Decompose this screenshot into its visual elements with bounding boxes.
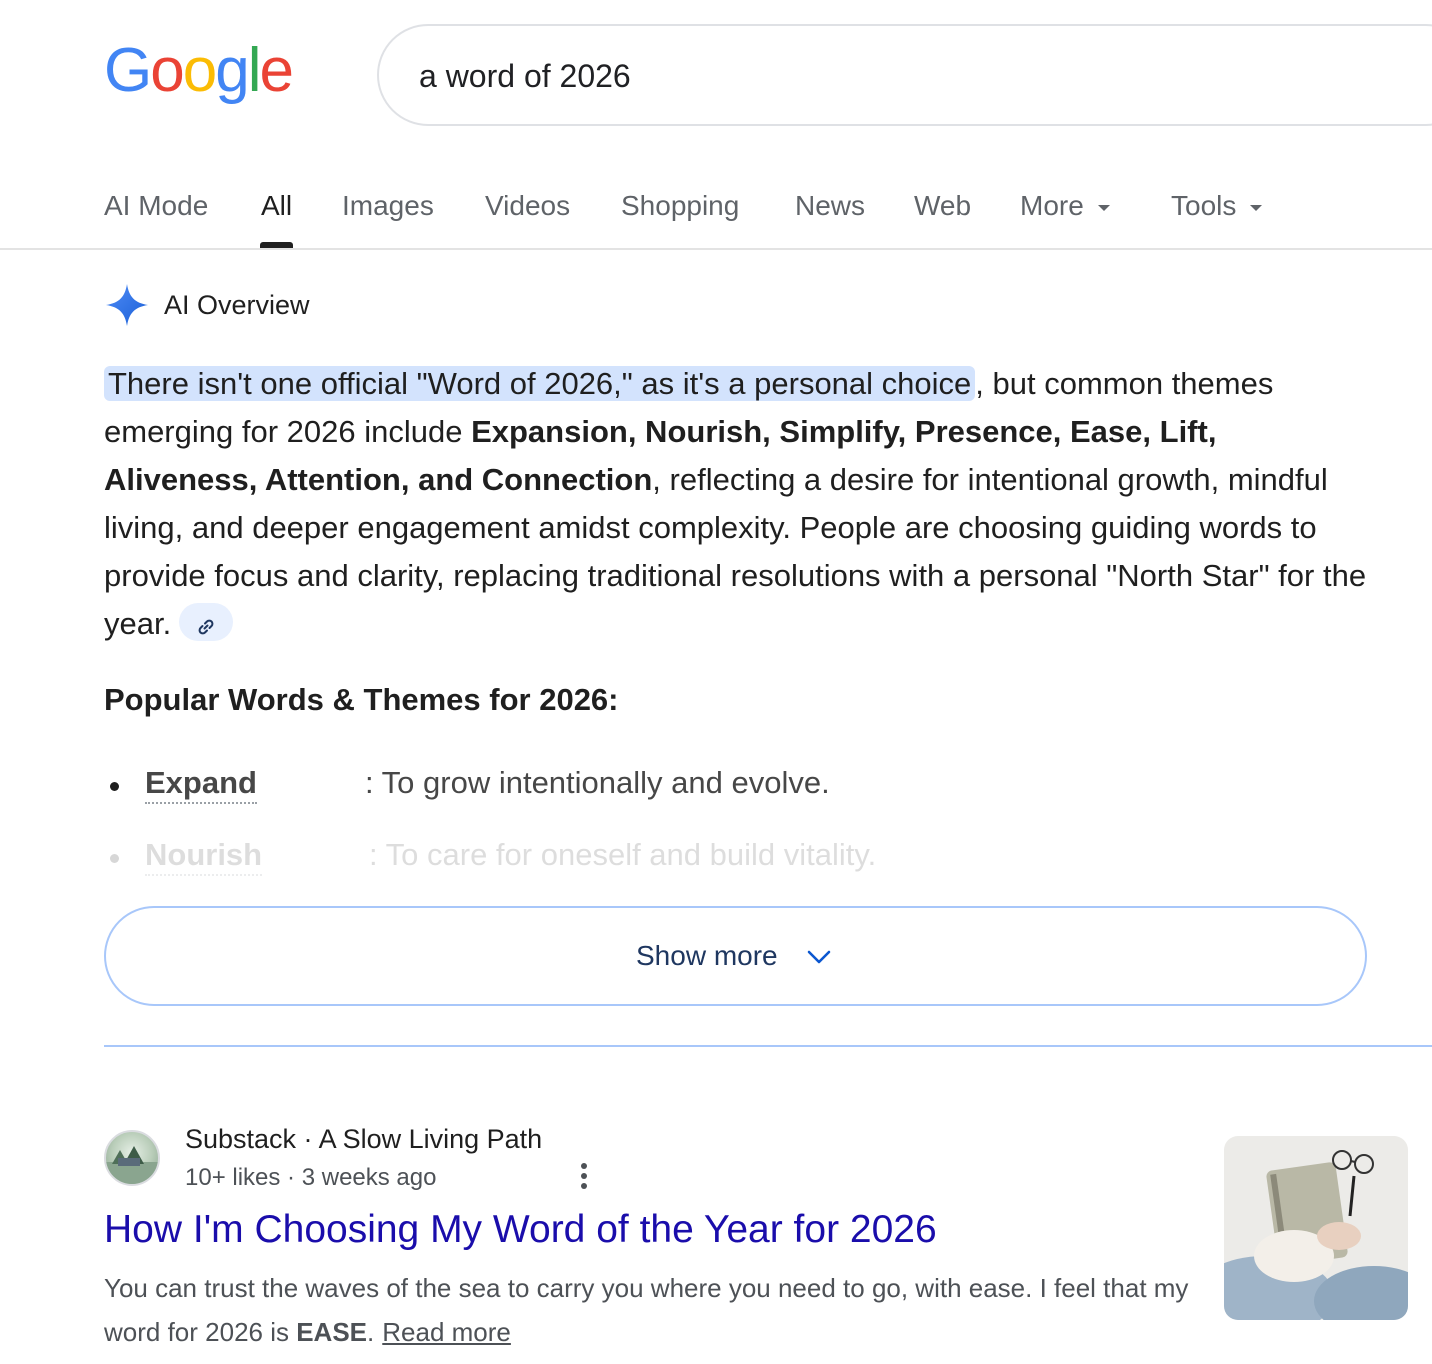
google-logo[interactable]: Google: [104, 36, 294, 106]
tab-images[interactable]: Images: [342, 190, 434, 222]
logo-letter: G: [104, 36, 152, 105]
logo-letter: o: [182, 36, 218, 105]
tab-web[interactable]: Web: [914, 190, 971, 222]
ai-overview-title: AI Overview: [164, 290, 310, 320]
section-heading: Popular Words & Themes for 2026:: [104, 682, 619, 717]
ai-overview-text: There isn't one official "Word of 2026,"…: [104, 360, 1374, 648]
result-thumbnail[interactable]: [1224, 1136, 1408, 1320]
more-options-icon[interactable]: [572, 1160, 596, 1196]
tab-tools[interactable]: Tools: [1171, 190, 1263, 222]
tab-videos[interactable]: Videos: [485, 190, 570, 222]
list-item-term[interactable]: Nourish: [145, 836, 263, 876]
bullet-dot: [110, 782, 119, 791]
tab-ai-mode[interactable]: AI Mode: [104, 190, 208, 222]
tab-more-label: More: [1020, 190, 1084, 221]
highlighted-text: There isn't one official "Word of 2026,"…: [104, 366, 976, 401]
list-item-desc: : To grow intentionally and evolve.: [365, 765, 830, 800]
divider: [104, 1045, 1432, 1047]
tab-shopping[interactable]: Shopping: [621, 190, 739, 222]
tab-more[interactable]: More: [1020, 190, 1110, 222]
snippet-text: You can trust the waves of the sea to ca…: [104, 1273, 1189, 1347]
list-item-term[interactable]: Expand: [145, 764, 257, 804]
site-favicon[interactable]: [104, 1130, 160, 1186]
chevron-down-icon: [1250, 204, 1263, 211]
chevron-down-icon: [807, 950, 831, 964]
favicon-image: [106, 1146, 158, 1184]
logo-letter: l: [247, 36, 262, 105]
logo-letter: e: [259, 36, 294, 105]
result-snippet: You can trust the waves of the sea to ca…: [104, 1266, 1194, 1354]
show-more-label: Show more: [636, 940, 778, 971]
sparkle-icon: [106, 284, 148, 326]
tab-news[interactable]: News: [795, 190, 865, 222]
result-source[interactable]: Substack · A Slow Living Path: [185, 1124, 542, 1155]
result-meta: 10+ likes · 3 weeks ago: [185, 1164, 437, 1191]
logo-letter: g: [215, 36, 250, 105]
bullet-dot: [110, 854, 119, 863]
tab-tools-label: Tools: [1171, 190, 1237, 221]
search-tabs: AI Mode All Images Videos Shopping News …: [0, 170, 1432, 250]
snippet-bold: EASE: [296, 1317, 368, 1347]
snippet-text: .: [367, 1317, 375, 1347]
read-more-link[interactable]: Read more: [382, 1317, 511, 1347]
source-link-button[interactable]: [179, 602, 234, 641]
list-item-desc: : To care for oneself and build vitality…: [369, 837, 877, 872]
search-input[interactable]: a word of 2026: [419, 58, 631, 95]
result-title-link[interactable]: How I'm Choosing My Word of the Year for…: [104, 1208, 937, 1252]
active-tab-indicator: [260, 242, 293, 248]
chevron-down-icon: [1097, 204, 1110, 211]
show-more-button[interactable]: Show more: [104, 906, 1367, 1006]
thumbnail-image: [1224, 1136, 1408, 1320]
search-box[interactable]: a word of 2026: [377, 24, 1432, 126]
logo-letter: o: [150, 36, 185, 105]
link-icon: [198, 619, 214, 635]
tab-all[interactable]: All: [261, 190, 292, 222]
